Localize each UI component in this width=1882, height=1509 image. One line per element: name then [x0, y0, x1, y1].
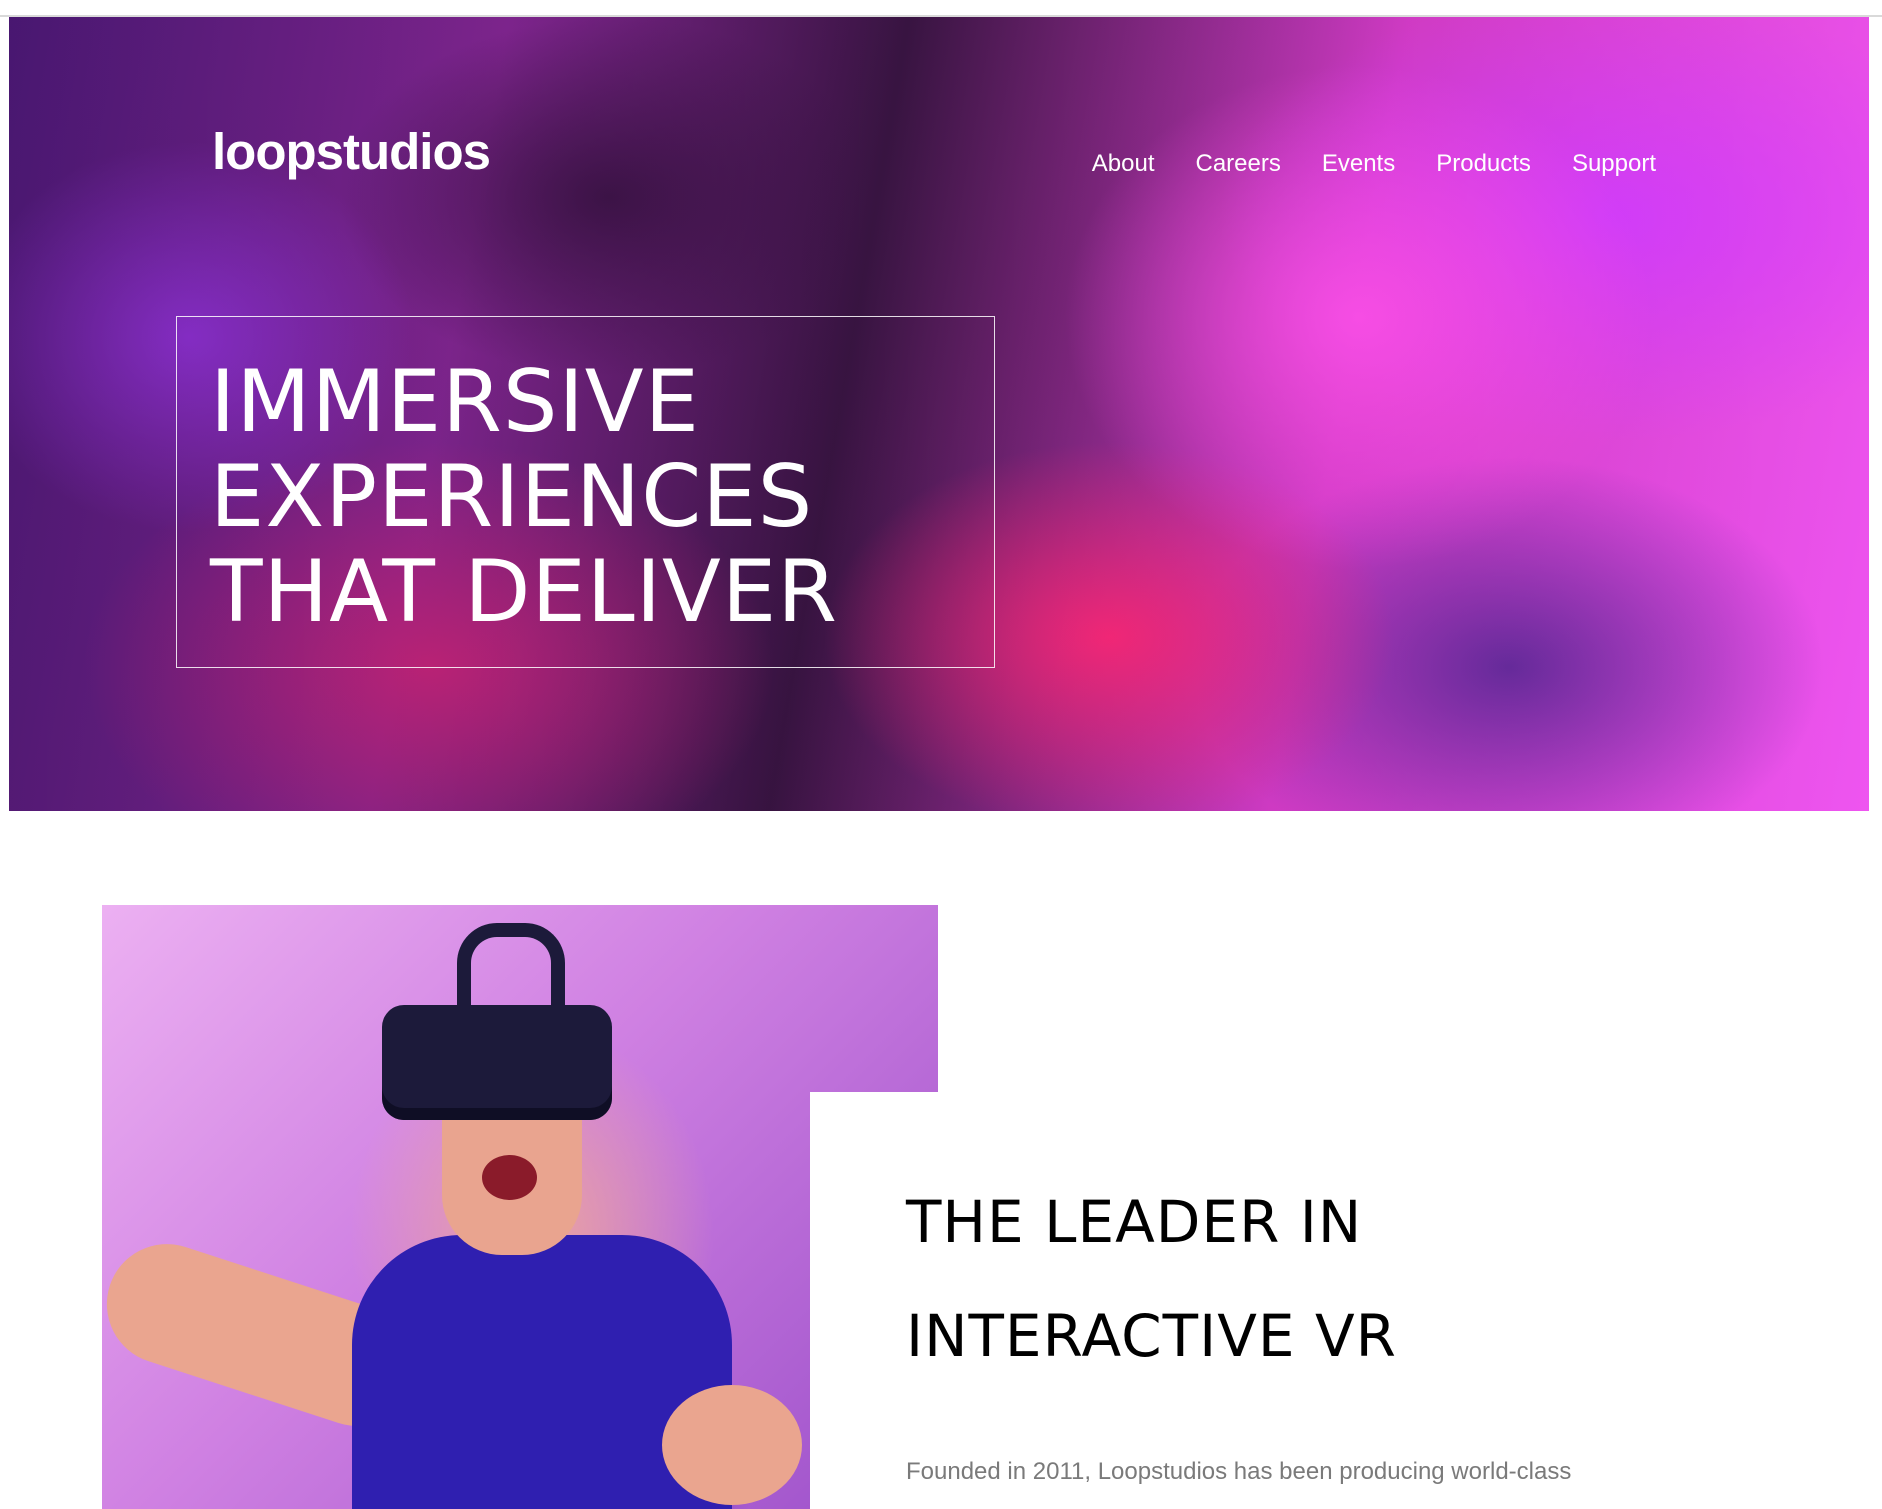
- main-nav: About Careers Events Products Support: [1092, 152, 1656, 176]
- hero-headline-line-3: THAT DELIVER: [210, 542, 838, 642]
- section-title-line-2: INTERACTIVE VR: [906, 1302, 1397, 1370]
- section-title: THE LEADER IN INTERACTIVE VR: [906, 1165, 1397, 1393]
- nav-about[interactable]: About: [1092, 152, 1155, 176]
- logo[interactable]: loopstudios: [212, 126, 491, 177]
- section-title-line-1: THE LEADER IN: [906, 1188, 1363, 1256]
- nav-products[interactable]: Products: [1436, 152, 1531, 176]
- section-text: Founded in 2011, Loopstudios has been pr…: [906, 1458, 1572, 1485]
- photo-headset: [382, 1005, 612, 1120]
- hero-headline-line-2: EXPERIENCES: [210, 447, 814, 547]
- hero-headline-line-1: IMMERSIVE: [210, 352, 700, 452]
- hero-headline: IMMERSIVE EXPERIENCES THAT DELIVER: [210, 355, 838, 640]
- page-top-border: [0, 0, 1882, 17]
- nav-careers[interactable]: Careers: [1195, 152, 1280, 176]
- photo-mouth: [482, 1155, 537, 1200]
- nav-support[interactable]: Support: [1572, 152, 1656, 176]
- nav-events[interactable]: Events: [1322, 152, 1395, 176]
- photo-hand: [662, 1385, 802, 1505]
